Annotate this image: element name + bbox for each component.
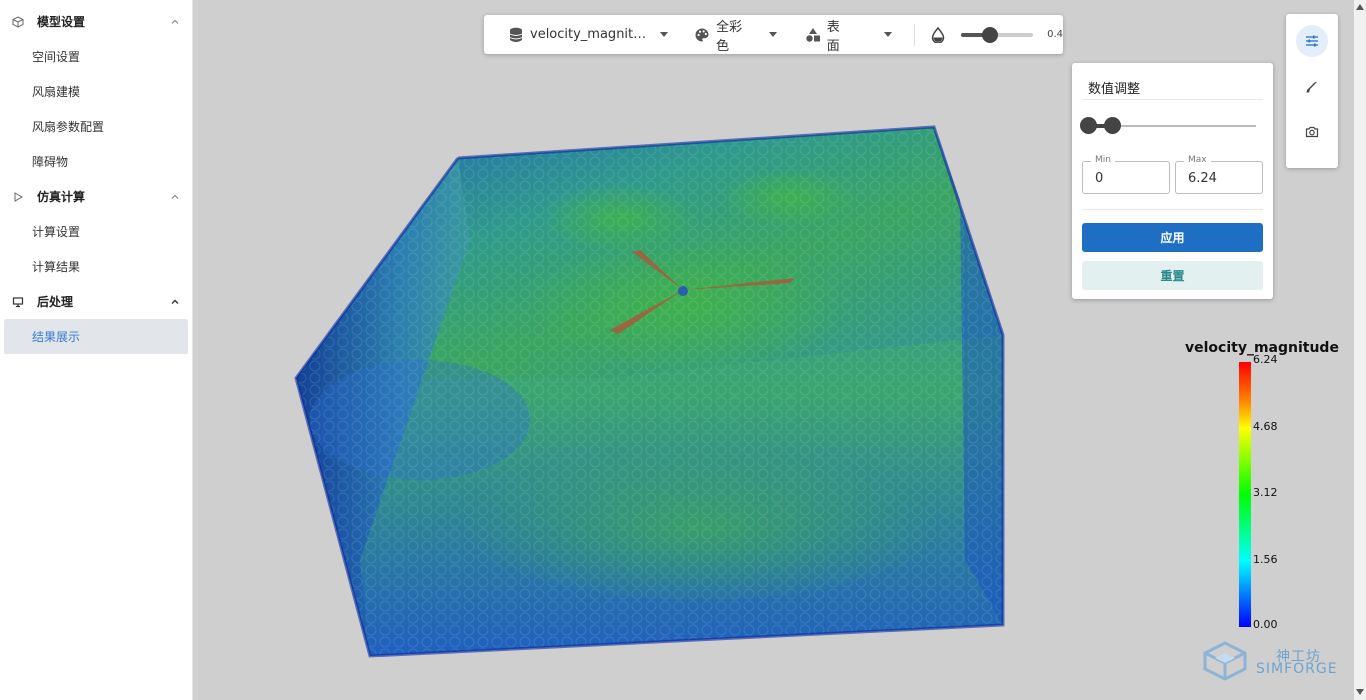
toolbar-divider: [914, 23, 916, 46]
divider: [1082, 209, 1263, 210]
opacity-slider[interactable]: [961, 26, 1034, 43]
apply-button[interactable]: 应用: [1082, 223, 1263, 252]
range-slider-min-handle[interactable]: [1080, 117, 1097, 134]
palette-icon: [694, 27, 710, 43]
max-field-label: Max: [1184, 155, 1211, 165]
sidebar: 模型设置 空间设置 风扇建模 风扇参数配置 障碍物 仿真计算 计算设置 计算结果…: [0, 0, 193, 700]
nav-group-simulation[interactable]: 仿真计算: [0, 179, 192, 214]
reset-button[interactable]: 重置: [1082, 261, 1263, 290]
nav-group-label: 模型设置: [37, 15, 86, 29]
field-select-value: velocity_magnit…: [530, 27, 647, 42]
opacity-slider-handle[interactable]: [982, 26, 999, 43]
caret-down-icon: [768, 32, 777, 37]
opacity-icon: [931, 26, 945, 43]
min-field-value: 0: [1095, 171, 1104, 186]
nav-item-fan-params[interactable]: 风扇参数配置: [4, 109, 188, 144]
play-icon: [12, 191, 24, 203]
colormap-select[interactable]: 全彩色: [694, 15, 777, 54]
caret-down-icon: [660, 32, 669, 37]
divider: [1082, 99, 1263, 100]
legend-tick: 1.56: [1253, 553, 1278, 566]
chevron-up-icon: [170, 192, 180, 202]
chevron-up-icon: [170, 17, 180, 27]
nav-item-fan-modeling[interactable]: 风扇建模: [4, 74, 188, 109]
scrollbar[interactable]: [1354, 0, 1366, 700]
nav-item-calc-settings[interactable]: 计算设置: [4, 214, 188, 249]
colormap-select-value: 全彩色: [716, 19, 743, 54]
brand-name-en: SIMFORGE: [1256, 661, 1338, 677]
screenshot-button[interactable]: [1296, 116, 1328, 148]
nav-group-model-settings[interactable]: 模型设置: [0, 4, 192, 39]
legend-tick: 3.12: [1253, 486, 1278, 499]
max-field-value: 6.24: [1188, 171, 1217, 186]
viz-toolbar: velocity_magnit… 全彩色 表面 0.4: [484, 15, 1063, 54]
nav-item-results-display[interactable]: 结果展示: [4, 319, 188, 354]
brush-button[interactable]: [1296, 71, 1328, 103]
field-select[interactable]: velocity_magnit…: [508, 15, 669, 54]
adjust-values-button[interactable]: [1296, 25, 1328, 57]
legend-tick: 6.24: [1253, 353, 1278, 366]
nav-group-label: 后处理: [37, 295, 74, 309]
database-icon: [508, 27, 524, 43]
min-field[interactable]: Min 0: [1082, 155, 1170, 194]
monitor-icon: [12, 296, 24, 308]
caret-down-icon: [884, 32, 893, 37]
max-field[interactable]: Max 6.24: [1175, 155, 1263, 194]
camera-icon: [1305, 126, 1319, 138]
min-field-label: Min: [1091, 155, 1115, 165]
range-slider-max-handle[interactable]: [1104, 117, 1121, 134]
nav-item-obstacles[interactable]: 障碍物: [4, 144, 188, 179]
panel-title: 数值调整: [1088, 82, 1141, 97]
cube-icon: [12, 15, 24, 28]
brush-icon: [1306, 81, 1318, 93]
color-legend-bar: [1239, 362, 1251, 627]
scroll-down-icon[interactable]: [1356, 689, 1364, 695]
nav-group-postprocess[interactable]: 后处理: [0, 284, 192, 319]
opacity-value: 0.4: [1047, 29, 1064, 40]
range-slider[interactable]: [1080, 117, 1256, 134]
tool-strip: [1286, 14, 1338, 168]
nav-item-calc-results[interactable]: 计算结果: [4, 249, 188, 284]
value-adjust-panel: 数值调整 Min 0 Max 6.24 应用 重置: [1072, 63, 1273, 299]
render-mode-select[interactable]: 表面: [805, 15, 893, 54]
scroll-up-icon[interactable]: [1356, 4, 1364, 10]
chevron-up-icon: [170, 297, 180, 307]
legend-tick: 4.68: [1253, 420, 1278, 433]
nav-group-label: 仿真计算: [37, 190, 86, 204]
shapes-icon: [805, 27, 821, 43]
legend-tick: 0.00: [1253, 618, 1278, 631]
simforge-logo-icon: [1203, 641, 1247, 681]
render-mode-value: 表面: [826, 19, 840, 54]
nav-item-space-settings[interactable]: 空间设置: [4, 39, 188, 74]
sliders-icon: [1306, 35, 1318, 47]
